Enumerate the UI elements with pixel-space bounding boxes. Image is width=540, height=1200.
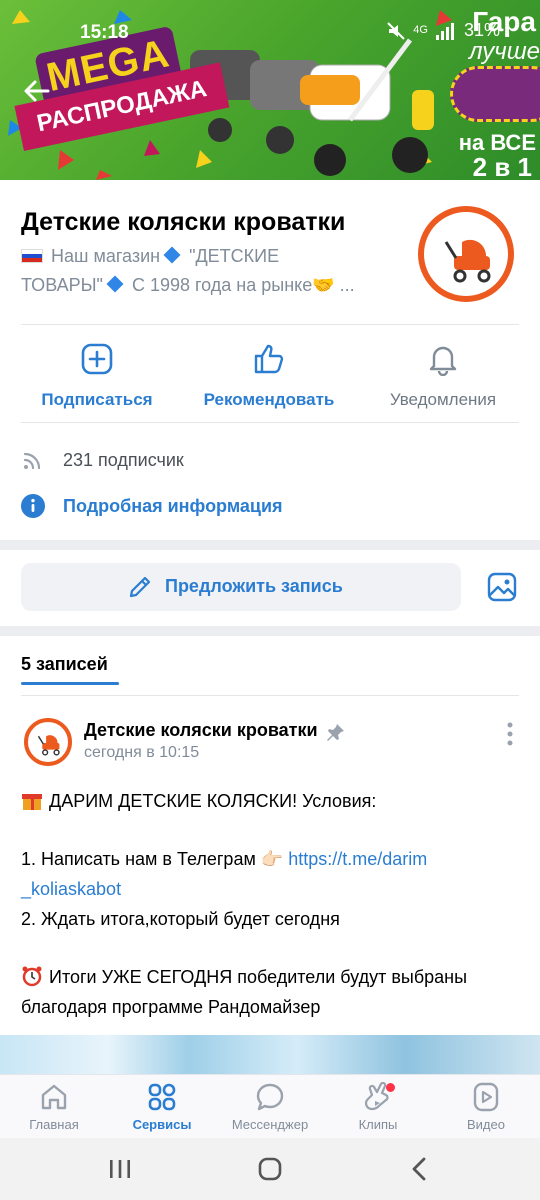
status-bar: 15:18 4G 31% bbox=[0, 0, 540, 60]
pencil-icon bbox=[129, 576, 151, 598]
home-system-button[interactable] bbox=[256, 1156, 284, 1182]
nav-label: Видео bbox=[467, 1117, 505, 1132]
messenger-icon bbox=[256, 1083, 284, 1111]
subscribers-row[interactable]: 231 подписчик bbox=[21, 445, 184, 475]
nav-label: Мессенджер bbox=[231, 1117, 309, 1132]
add-photo-button[interactable] bbox=[486, 571, 518, 603]
post-time: сегодня в 10:15 bbox=[84, 744, 200, 761]
network-type: 4G bbox=[413, 24, 428, 36]
subscribe-label: Подписаться bbox=[41, 390, 153, 409]
signal-icon bbox=[435, 22, 454, 40]
info-icon bbox=[21, 494, 45, 518]
russia-flag-icon bbox=[21, 249, 43, 263]
suggest-post-button[interactable]: Предложить запись bbox=[21, 563, 461, 611]
notifications-button[interactable]: Уведомления bbox=[358, 342, 528, 410]
section-separator bbox=[0, 626, 540, 636]
recommend-label: Рекомендовать bbox=[203, 390, 335, 409]
nav-label: Клипы bbox=[358, 1117, 398, 1132]
description-part: "ДЕТСКИЕ bbox=[189, 246, 280, 266]
nav-label: Сервисы bbox=[132, 1117, 192, 1132]
chevron-left-icon bbox=[412, 1157, 426, 1181]
telegram-link[interactable]: https://t.me/darim bbox=[288, 849, 427, 869]
nav-clips[interactable]: Клипы bbox=[324, 1081, 432, 1132]
system-navigation-bar bbox=[0, 1138, 540, 1200]
nav-home[interactable]: Главная bbox=[0, 1081, 108, 1132]
notification-badge bbox=[386, 1083, 395, 1092]
post-line: ДАРИМ ДЕТСКИЕ КОЛЯСКИ! Условия: bbox=[49, 791, 377, 811]
stroller-logo-icon bbox=[444, 239, 491, 283]
plus-square-icon bbox=[81, 343, 113, 375]
divider bbox=[21, 422, 519, 423]
gift-icon bbox=[22, 794, 42, 810]
promo-text-4: 2 в 1 bbox=[472, 152, 532, 180]
image-icon bbox=[487, 572, 517, 602]
post-more-button[interactable] bbox=[500, 720, 520, 748]
recommend-button[interactable]: Рекомендовать bbox=[184, 342, 354, 410]
post-line: Итоги УЖЕ СЕГОДНЯ победители будут выбра… bbox=[49, 967, 468, 987]
suggest-section: Предложить запись bbox=[0, 550, 540, 626]
post-image[interactable] bbox=[0, 1035, 540, 1076]
group-header: Детские коляски кроватки Наш магазин "ДЕ… bbox=[0, 180, 540, 540]
divider bbox=[21, 695, 519, 696]
post-author-avatar[interactable] bbox=[24, 718, 72, 766]
subscribe-button[interactable]: Подписаться bbox=[12, 342, 182, 410]
post-line: 1. Написать нам в Телеграм 👉🏻 bbox=[21, 849, 289, 869]
mute-icon bbox=[387, 21, 405, 40]
rss-icon bbox=[23, 452, 41, 470]
group-title: Детские коляски кроватки bbox=[21, 208, 346, 236]
suggest-post-label: Предложить запись bbox=[165, 576, 343, 596]
group-description[interactable]: Наш магазин "ДЕТСКИЕ ТОВАРЫ" С 1998 года… bbox=[21, 242, 391, 300]
description-part: ТОВАРЫ" bbox=[21, 275, 103, 295]
wall-section: 5 записей Детские коляски кроватки сегод… bbox=[0, 636, 540, 1076]
back-button[interactable] bbox=[20, 74, 54, 108]
telegram-link-continued[interactable]: _koliaskabot bbox=[21, 879, 121, 899]
recent-apps-icon bbox=[110, 1160, 130, 1178]
tab-underline bbox=[21, 682, 119, 685]
divider bbox=[21, 324, 519, 325]
bell-icon bbox=[429, 346, 457, 376]
home-circle-icon bbox=[258, 1157, 282, 1181]
description-part: Наш магазин bbox=[51, 246, 161, 266]
details-link[interactable]: Подробная информация bbox=[21, 491, 283, 521]
post-author-name[interactable]: Детские коляски кроватки bbox=[84, 720, 318, 741]
post-line: благодаря программе Рандомайзер bbox=[21, 997, 321, 1017]
recent-apps-button[interactable] bbox=[106, 1156, 134, 1182]
nav-messenger[interactable]: Мессенджер bbox=[216, 1081, 324, 1132]
section-separator bbox=[0, 540, 540, 550]
bottom-navigation: Главная Сервисы Мессенджер Клипы Видео bbox=[0, 1074, 540, 1138]
status-icons: 4G 31% bbox=[387, 20, 500, 41]
subscribers-count: 231 подписчик bbox=[63, 449, 184, 470]
blue-diamond-icon bbox=[163, 246, 181, 264]
back-system-button[interactable] bbox=[406, 1156, 434, 1182]
nav-services[interactable]: Сервисы bbox=[108, 1081, 216, 1132]
details-label: Подробная информация bbox=[63, 495, 283, 516]
tab-posts[interactable]: 5 записей bbox=[21, 654, 108, 675]
nav-label: Главная bbox=[29, 1117, 79, 1132]
description-part: С 1998 года на рынке🤝 ... bbox=[131, 275, 355, 295]
promo-pill bbox=[450, 66, 540, 122]
post-text: ДАРИМ ДЕТСКИЕ КОЛЯСКИ! Условия: 1. Напис… bbox=[21, 786, 521, 1022]
home-icon bbox=[41, 1084, 67, 1110]
thumbs-up-icon bbox=[254, 344, 284, 374]
status-time: 15:18 bbox=[80, 22, 129, 43]
services-icon bbox=[148, 1083, 176, 1111]
nav-video[interactable]: Видео bbox=[432, 1081, 540, 1132]
stroller-logo-icon bbox=[37, 735, 60, 756]
battery-level: 31% bbox=[463, 20, 500, 40]
more-vertical-icon bbox=[507, 722, 513, 746]
blue-diamond-icon bbox=[106, 275, 124, 293]
post-line: 2. Ждать итога,который будет сегодня bbox=[21, 909, 340, 929]
group-avatar[interactable] bbox=[418, 206, 514, 302]
group-cover-image: MEGA РАСПРОДАЖА Гара лучше на ВСЕ 2 в 1 … bbox=[0, 0, 540, 180]
notifications-label: Уведомления bbox=[389, 390, 497, 409]
arrow-left-icon bbox=[24, 80, 50, 102]
video-icon bbox=[473, 1082, 499, 1112]
alarm-clock-icon bbox=[22, 966, 42, 987]
pin-icon bbox=[326, 722, 346, 742]
